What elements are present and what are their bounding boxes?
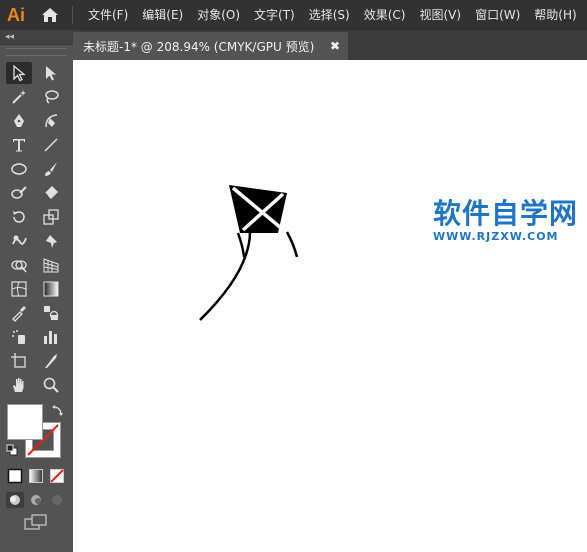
artboard-canvas[interactable]: 软件自学网 WWW.RJZXW.COM xyxy=(73,60,587,552)
rotate-tool-icon[interactable] xyxy=(6,206,32,228)
watermark-title: 软件自学网 xyxy=(433,197,579,230)
document-tab-bar: 未标题-1* @ 208.94% (CMYK/GPU 预览) ✖ xyxy=(73,30,587,60)
menu-select[interactable]: 选择(S) xyxy=(302,0,357,30)
menu-separator xyxy=(72,6,73,24)
document-tab[interactable]: 未标题-1* @ 208.94% (CMYK/GPU 预览) ✖ xyxy=(73,32,348,60)
home-button[interactable] xyxy=(32,0,68,30)
menu-object[interactable]: 对象(O) xyxy=(190,0,247,30)
gradient-mode-button[interactable] xyxy=(28,468,44,484)
fill-color-swatch[interactable] xyxy=(7,404,43,440)
curvature-tool-icon[interactable] xyxy=(38,110,64,132)
pen-tool-icon[interactable] xyxy=(6,110,32,132)
perspective-grid-tool-icon[interactable] xyxy=(38,254,64,276)
kite-tail[interactable] xyxy=(285,231,299,258)
menu-edit[interactable]: 编辑(E) xyxy=(135,0,190,30)
color-mode-button[interactable] xyxy=(7,468,23,484)
zoom-tool-icon[interactable] xyxy=(38,374,64,396)
type-tool-icon[interactable] xyxy=(6,134,32,156)
close-tab-icon[interactable]: ✖ xyxy=(330,39,340,53)
menu-view[interactable]: 视图(V) xyxy=(412,0,468,30)
document-tab-title: 未标题-1* @ 208.94% (CMYK/GPU 预览) xyxy=(83,39,315,54)
blend-tool-icon[interactable] xyxy=(38,302,64,324)
paintbrush-tool-icon[interactable] xyxy=(38,158,64,180)
line-segment-tool-icon[interactable] xyxy=(38,134,64,156)
selection-tool-icon[interactable] xyxy=(6,62,32,84)
menu-type[interactable]: 文字(T) xyxy=(247,0,302,30)
magic-wand-tool-icon[interactable] xyxy=(6,86,32,108)
shape-builder-tool-icon[interactable] xyxy=(6,254,32,276)
draw-inside-button[interactable] xyxy=(48,492,66,508)
watermark-url: WWW.RJZXW.COM xyxy=(433,230,559,243)
menu-window[interactable]: 窗口(W) xyxy=(468,0,527,30)
scale-tool-icon[interactable] xyxy=(38,206,64,228)
artboard-tool-icon[interactable] xyxy=(6,350,32,372)
panel-grip[interactable] xyxy=(6,48,67,56)
column-graph-tool-icon[interactable] xyxy=(38,326,64,348)
default-colors-icon[interactable] xyxy=(6,444,18,456)
shaper-tool-icon[interactable] xyxy=(6,182,32,204)
gradient-tool-icon[interactable] xyxy=(38,278,64,300)
direct-selection-tool-icon[interactable] xyxy=(38,62,64,84)
menu-bar: Ai 文件(F) 编辑(E) 对象(O) 文字(T) 选择(S) 效果(C) 视… xyxy=(0,0,587,30)
lasso-tool-icon[interactable] xyxy=(38,86,64,108)
watermark: 软件自学网 WWW.RJZXW.COM xyxy=(433,192,578,243)
hand-tool-icon[interactable] xyxy=(6,374,32,396)
menu-effect[interactable]: 效果(C) xyxy=(357,0,413,30)
app-logo: Ai xyxy=(7,4,25,25)
puppet-warp-tool-icon[interactable] xyxy=(38,230,64,252)
screen-mode-icon xyxy=(24,514,47,530)
tools-panel: ◂◂ xyxy=(0,30,73,552)
slice-tool-icon[interactable] xyxy=(38,350,64,372)
tools-panel-header[interactable]: ◂◂ xyxy=(0,30,73,45)
warp-tool-icon[interactable] xyxy=(6,230,32,252)
mesh-tool-icon[interactable] xyxy=(6,278,32,300)
none-mode-button[interactable] xyxy=(49,468,65,484)
screen-mode-button[interactable] xyxy=(24,514,48,532)
kite-artwork[interactable] xyxy=(73,60,587,552)
kite-tail[interactable] xyxy=(236,232,246,258)
swap-colors-icon[interactable] xyxy=(50,404,64,418)
draw-normal-button[interactable] xyxy=(6,492,24,508)
symbol-sprayer-tool-icon[interactable] xyxy=(6,326,32,348)
draw-behind-button[interactable] xyxy=(27,492,45,508)
menu-file[interactable]: 文件(F) xyxy=(81,0,135,30)
collapse-panel-icon[interactable]: ◂◂ xyxy=(5,32,14,42)
ellipse-tool-icon[interactable] xyxy=(6,158,32,180)
eyedropper-tool-icon[interactable] xyxy=(6,302,32,324)
home-icon xyxy=(42,8,58,22)
eraser-tool-icon[interactable] xyxy=(38,182,64,204)
menu-help[interactable]: 帮助(H) xyxy=(527,0,583,30)
